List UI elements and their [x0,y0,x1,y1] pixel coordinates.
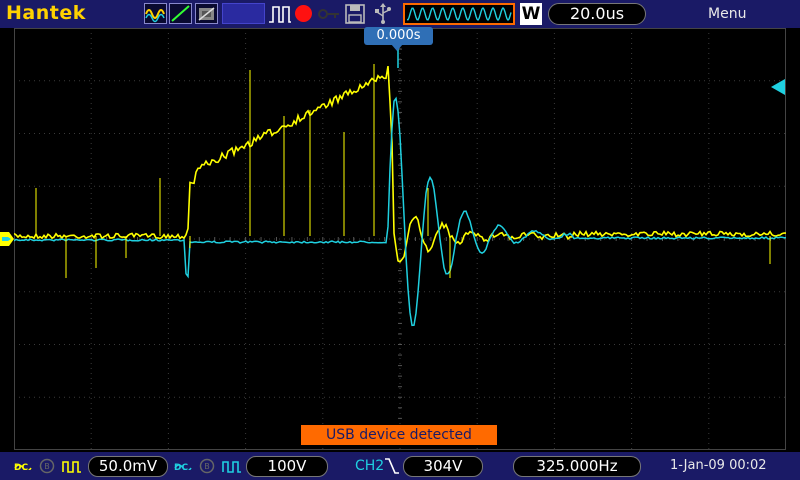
timebase-readout[interactable]: 20.0us [548,3,646,25]
trigger-position-arrow [391,44,403,51]
persistence-icon[interactable] [195,3,218,24]
display-mode-icon[interactable] [169,3,192,24]
ch1-volts-per-div[interactable]: 50.0mV [88,456,168,477]
ch2-volts-per-div[interactable]: 100V [246,456,328,477]
svg-text:B: B [204,462,210,471]
ch2-bandwidth-limit-icon[interactable]: B [198,458,216,474]
brand-logo: Hantek [6,2,86,24]
trigger-source[interactable]: CH2 [355,458,384,474]
memory-waveform-overview[interactable] [403,3,515,25]
trigger-level-readout[interactable]: 304V [403,456,483,477]
acquire-mode-icon[interactable] [144,3,167,24]
falling-edge-icon[interactable] [384,456,400,476]
pulse-trigger-icon [268,4,292,24]
record-icon [295,5,312,22]
ch2-coupling-indicator[interactable]: DC [174,455,192,477]
status-field [222,3,265,24]
ch1-ground-marker[interactable] [0,231,14,246]
ch1-noise-spikes [35,64,771,278]
save-icon [345,4,365,24]
top-status-bar [0,0,800,28]
ch1-coupling-indicator[interactable]: DC [14,455,32,477]
ch1-bandwidth-limit-icon[interactable]: B [38,458,56,474]
usb-detected-notification: USB device detected [301,425,497,445]
frequency-counter: 325.000Hz [513,456,641,477]
key-icon [317,6,341,22]
svg-text:B: B [44,462,50,471]
usb-icon [372,3,394,25]
trigger-level-marker[interactable] [771,79,785,95]
ch2-probe-icon[interactable] [222,458,242,474]
trigger-position-label[interactable]: 0.000s [364,27,433,45]
ch1-probe-icon[interactable] [62,458,82,474]
menu-button[interactable]: Menu [708,6,746,22]
waveform-display [14,28,786,450]
date-time: 1-Jan-09 00:02 [670,458,767,473]
window-mode-indicator: W [520,3,542,25]
